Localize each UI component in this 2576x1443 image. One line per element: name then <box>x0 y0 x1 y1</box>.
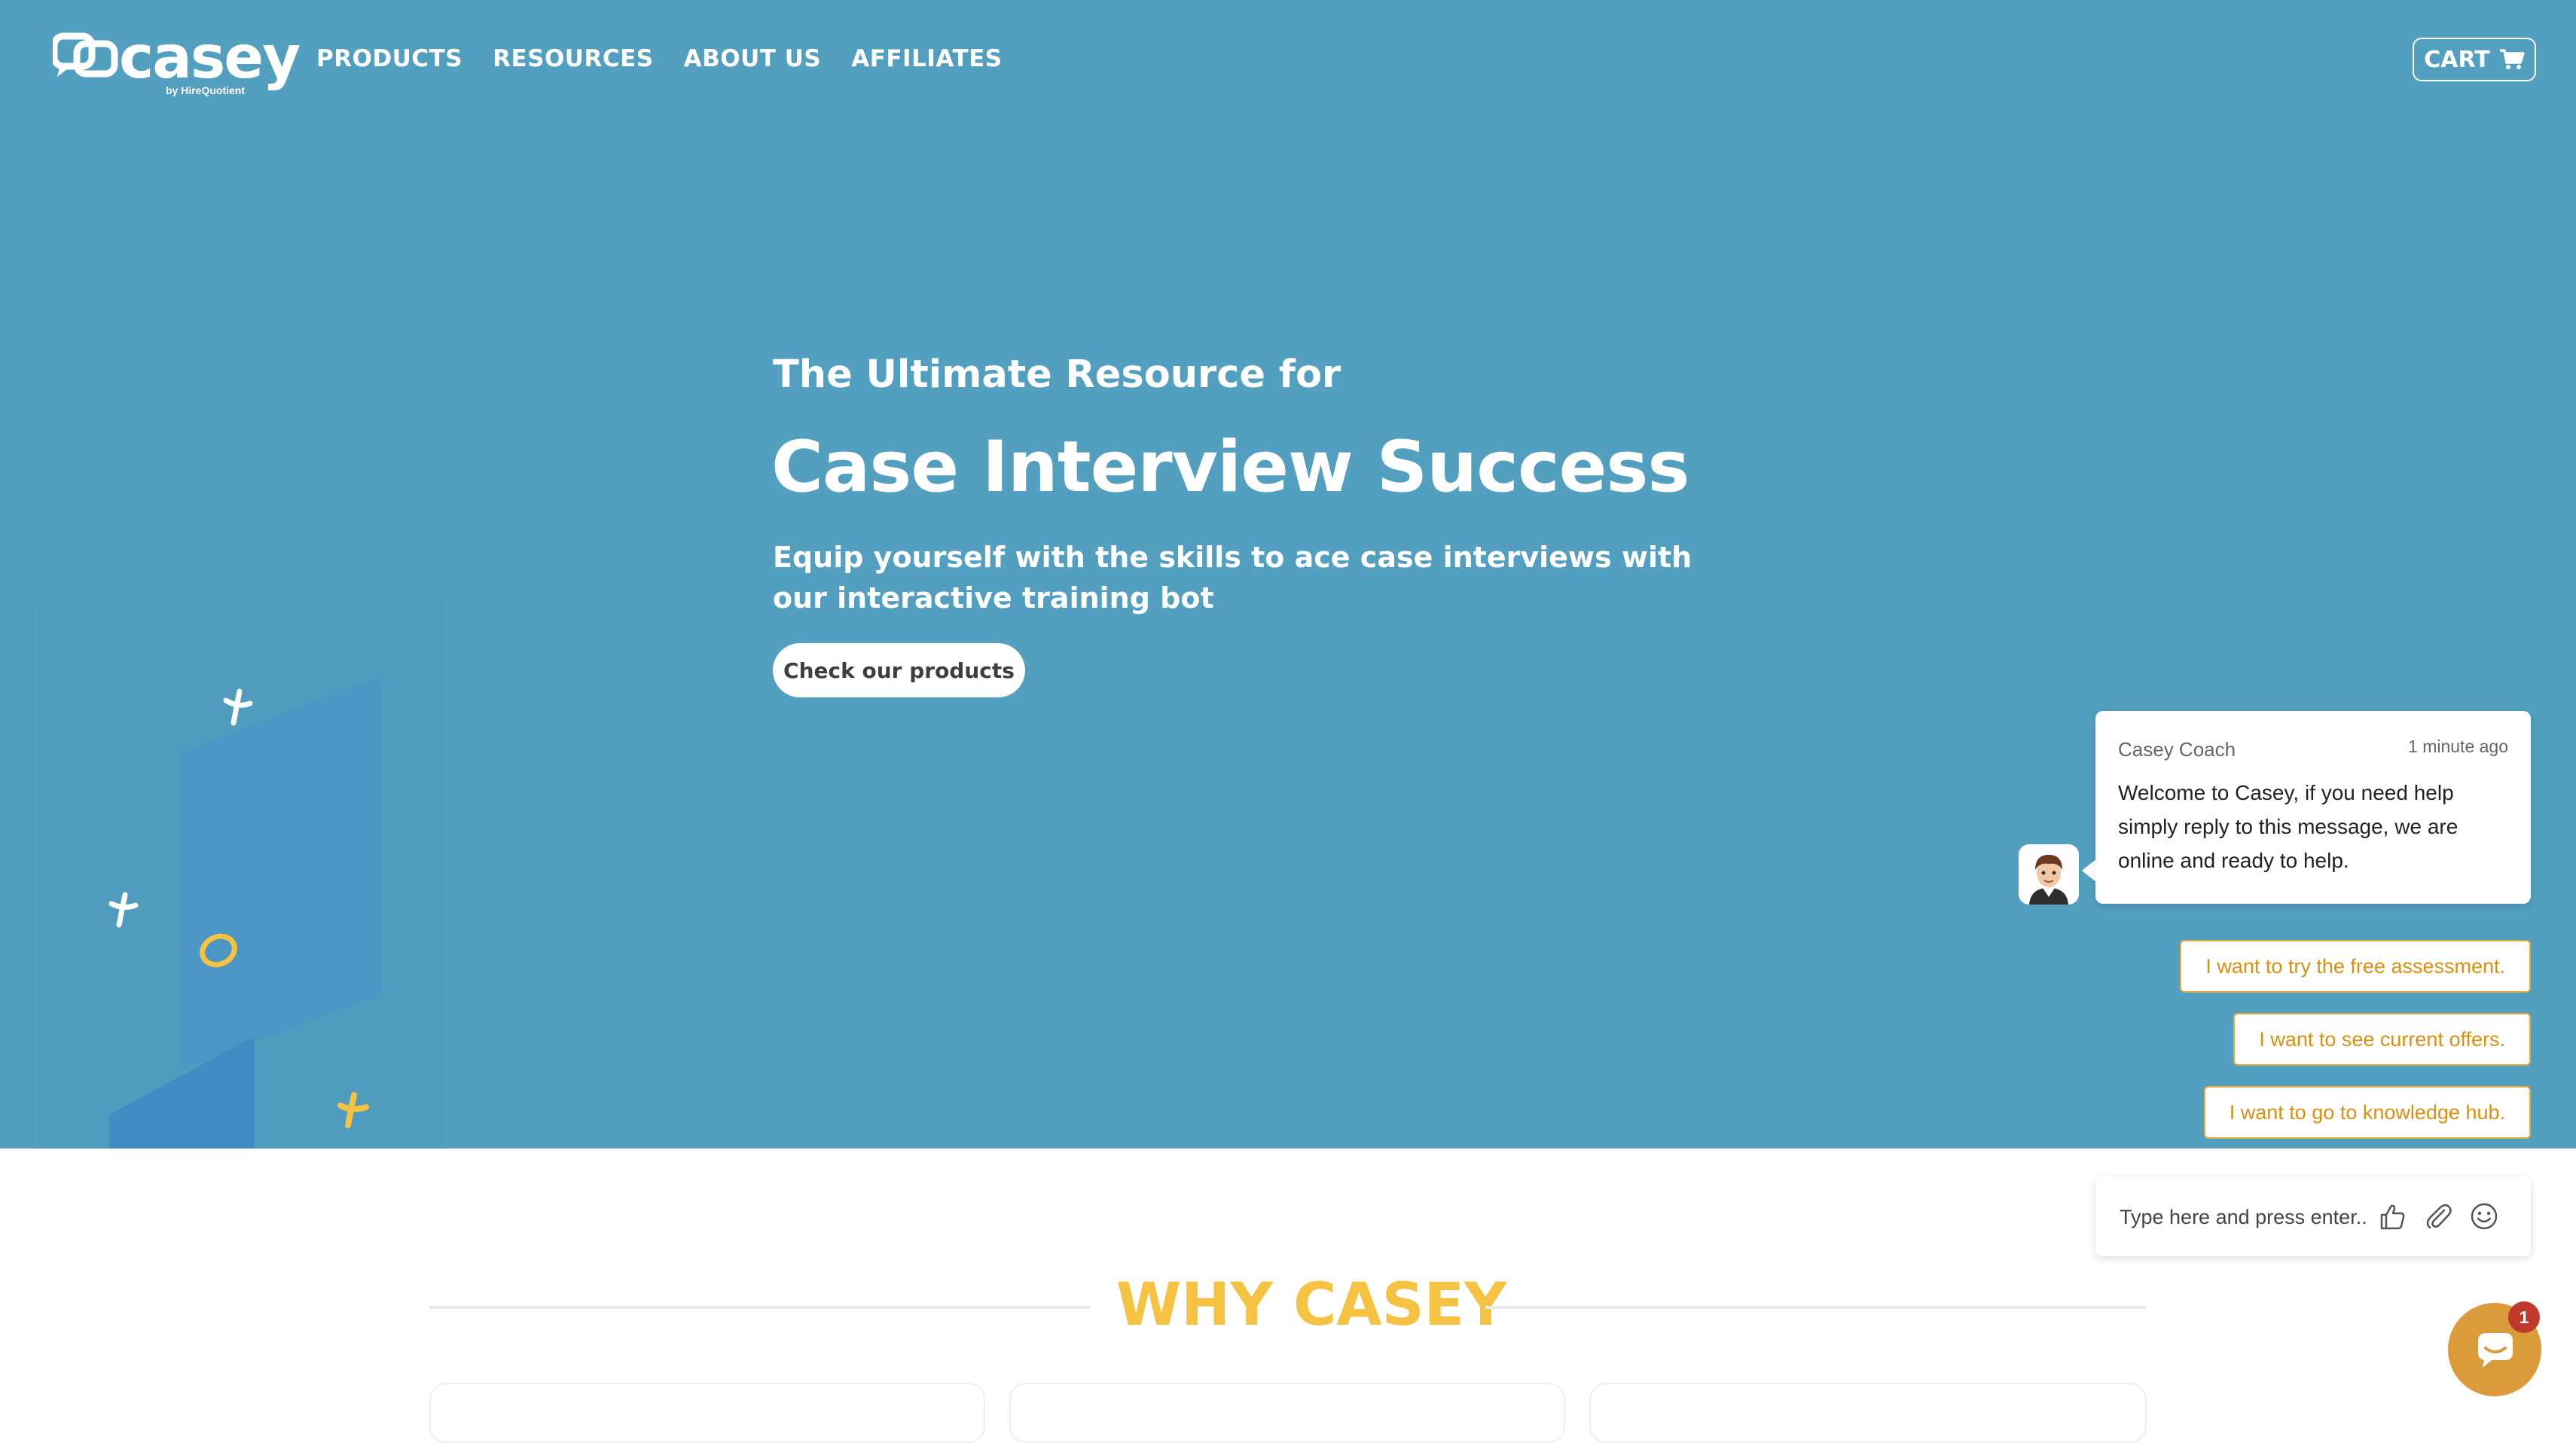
quick-reply-free-assessment[interactable]: I want to try the free assessment. <box>2180 940 2531 993</box>
nav-about-us[interactable]: ABOUT US <box>684 45 822 72</box>
casey-coach-avatar <box>2019 844 2079 905</box>
cart-button[interactable]: CART <box>2413 38 2536 81</box>
feature-card <box>1009 1383 1565 1443</box>
unread-count-badge: 1 <box>2508 1301 2540 1333</box>
chat-message-input[interactable] <box>2118 1199 2370 1235</box>
thumbs-up-icon[interactable] <box>2377 1201 2407 1231</box>
hero-kicker: The Ultimate Resource for <box>773 352 1341 397</box>
chat-bubble-tail <box>2082 859 2097 883</box>
divider-right <box>1485 1306 2147 1309</box>
hero-headline: Case Interview Success <box>771 426 1689 508</box>
casey-logo[interactable]: casey by HireQuotient <box>53 24 301 96</box>
nav-products[interactable]: PRODUCTS <box>316 45 462 72</box>
speech-bubbles-icon <box>53 32 118 78</box>
nav-resources[interactable]: RESOURCES <box>493 45 654 72</box>
chat-message-card: Casey Coach 1 minute ago Welcome to Case… <box>2095 711 2531 904</box>
nav-affiliates[interactable]: AFFILIATES <box>851 45 1002 72</box>
chat-message-text: Welcome to Casey, if you need help simpl… <box>2118 781 2458 872</box>
person-avatar-icon <box>2019 844 2079 905</box>
decorative-shapes <box>38 603 444 1149</box>
quick-reply-knowledge-hub[interactable]: I want to go to knowledge hub. <box>2203 1086 2531 1139</box>
cart-icon <box>2499 49 2525 69</box>
hero-subline: Equip yourself with the skills to ace ca… <box>773 541 1692 615</box>
logo-wordmark: casey <box>119 24 301 92</box>
main-nav: PRODUCTS RESOURCES ABOUT US AFFILIATES <box>316 45 1003 72</box>
chat-sender-name: Casey Coach <box>2118 738 2236 761</box>
check-products-button[interactable]: Check our products <box>773 643 1025 697</box>
quick-reply-current-offers[interactable]: I want to see current offers. <box>2233 1013 2531 1066</box>
why-casey-heading: WHY CASEY <box>1116 1271 1507 1339</box>
paperclip-icon[interactable] <box>2424 1201 2454 1231</box>
cart-label: CART <box>2424 46 2490 73</box>
emoji-icon[interactable] <box>2469 1201 2499 1231</box>
chat-input-box <box>2095 1176 2531 1256</box>
feature-card <box>429 1383 985 1443</box>
feature-card <box>1589 1383 2147 1443</box>
chat-timestamp: 1 minute ago <box>2408 737 2508 756</box>
logo-byline: by HireQuotient <box>166 84 246 96</box>
divider-left <box>429 1306 1091 1309</box>
